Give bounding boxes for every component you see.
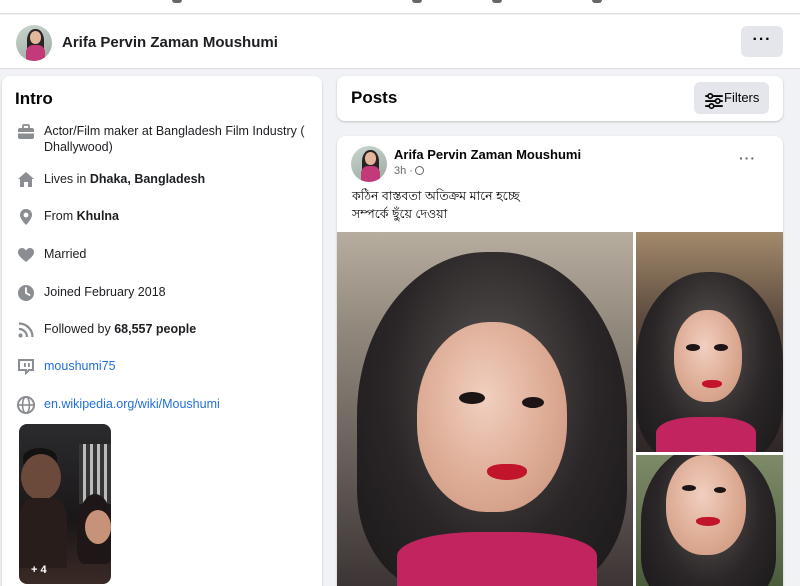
intro-title: Intro (15, 89, 53, 108)
post-card: Arifa Pervin Zaman Moushumi 3h · ··· কঠি… (337, 136, 783, 586)
profile-name[interactable]: Arifa Pervin Zaman Moushumi (62, 34, 278, 51)
twitch-link[interactable]: moushumi75 (44, 358, 316, 374)
nav-icon[interactable] (172, 0, 182, 3)
top-navigation-strip (0, 0, 800, 14)
intro-lives-place[interactable]: Dhaka, Bangladesh (90, 172, 205, 186)
profile-header-bar: Arifa Pervin Zaman Moushumi ··· (0, 15, 800, 69)
intro-card: Intro Actor/Film maker at Bangladesh Fil… (2, 76, 322, 586)
profile-avatar[interactable] (16, 25, 52, 61)
post-text-line: সম্পর্কে ছুঁয়ে দেওয়া (352, 207, 448, 221)
posts-header-card: Posts Filters (337, 76, 783, 121)
post-text-line: কঠিন বাস্তবতা অতিক্রম মানে হচ্ছে (352, 189, 520, 203)
intro-joined-text: Joined February 2018 (44, 285, 166, 299)
post-meta: 3h · (394, 165, 424, 177)
home-icon (16, 170, 36, 190)
profile-more-button[interactable]: ··· (741, 26, 783, 57)
post-timestamp[interactable]: 3h · (394, 165, 413, 177)
globe-icon (414, 166, 424, 175)
post-photo-secondary[interactable] (636, 232, 783, 452)
heart-icon (16, 245, 36, 265)
post-text: কঠিন বাস্তবতা অতিক্রম মানে হচ্ছে সম্পর্ক… (352, 187, 520, 223)
intro-relationship-text: Married (44, 247, 87, 261)
intro-from-prefix: From (44, 209, 77, 223)
nav-icon[interactable] (492, 0, 502, 3)
intro-from-place[interactable]: Khulna (77, 209, 119, 223)
nav-icon[interactable] (412, 0, 422, 3)
filters-label: Filters (724, 90, 760, 105)
nav-icon[interactable] (592, 0, 602, 3)
filters-button[interactable]: Filters (694, 82, 769, 114)
more-photos-count[interactable]: + 4 (31, 564, 47, 576)
intro-work-text: Actor/Film maker at Bangladesh Film Indu… (44, 124, 305, 154)
intro-followers-count[interactable]: 68,557 people (114, 322, 196, 336)
posts-title: Posts (351, 88, 398, 107)
briefcase-icon (16, 122, 36, 142)
post-photo-main[interactable] (337, 232, 633, 586)
post-author-name[interactable]: Arifa Pervin Zaman Moushumi (394, 147, 581, 162)
location-pin-icon (16, 207, 36, 227)
post-author-avatar[interactable] (351, 146, 387, 182)
post-photo-tertiary[interactable] (636, 455, 783, 586)
post-more-button[interactable]: ··· (739, 150, 756, 166)
intro-lives-prefix: Lives in (44, 172, 90, 186)
clock-icon (16, 283, 36, 303)
globe-icon (16, 395, 36, 415)
rss-icon (16, 320, 36, 340)
filters-icon (704, 91, 723, 110)
website-link[interactable]: en.wikipedia.org/wiki/Moushumi (44, 396, 316, 412)
intro-followers-prefix: Followed by (44, 322, 115, 336)
twitch-icon (16, 357, 36, 377)
featured-photo[interactable]: + 4 (19, 424, 111, 584)
